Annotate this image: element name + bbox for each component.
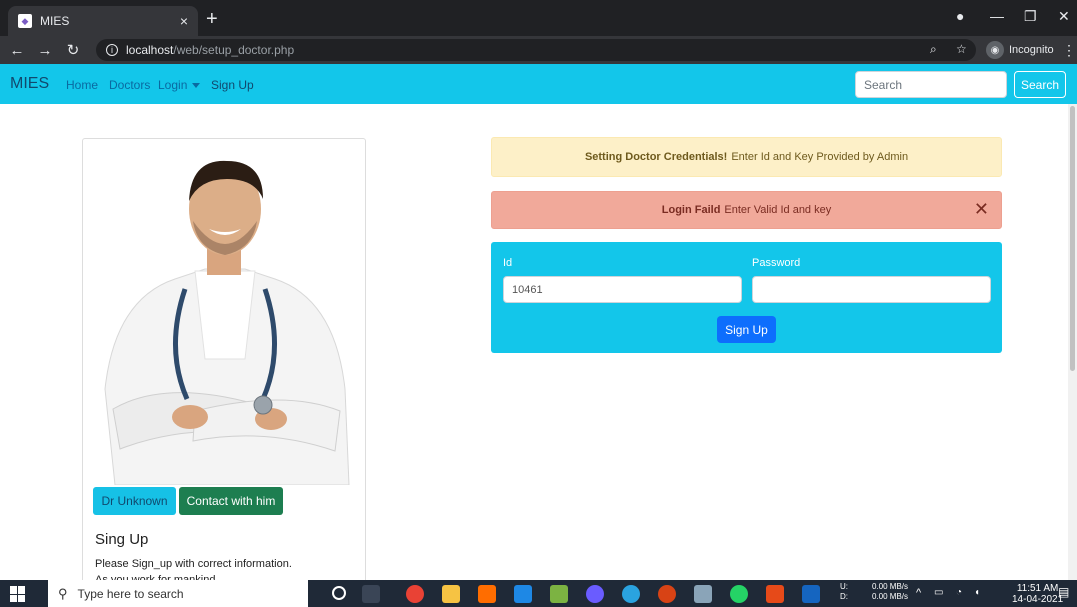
search-icon: ⚲ [58,585,68,601]
id-field[interactable] [503,276,742,303]
net-up-value: 0.00 MB/s [872,582,909,591]
danger-alert-heading: Login Faild [661,204,721,216]
net-up-label: U: [840,582,848,591]
restore-icon[interactable]: ❐ [1024,8,1037,25]
profile-icon[interactable]: ● [956,8,964,24]
word-icon[interactable] [802,585,820,603]
windows-start-icon[interactable] [10,586,26,602]
taskbar-search[interactable]: ⚲ Type here to search [48,580,308,607]
sublime-icon[interactable] [478,585,496,603]
credentials-form: Id Password Sign Up [491,242,1002,353]
id-label: Id [503,257,513,269]
bookmark-star-icon[interactable]: ☆ [956,42,967,56]
nav-login[interactable]: Login [158,78,201,92]
search-input[interactable] [855,71,1007,98]
app-navbar: MIES Home Doctors Login Sign Up Search [0,64,1077,104]
signup-button[interactable]: Sign Up [717,316,776,343]
nav-doctors[interactable]: Doctors [109,78,150,92]
back-icon[interactable]: ← [6,42,28,59]
scrollbar-thumb[interactable] [1070,106,1075,371]
browser-menu-icon[interactable]: ⋮ [1062,42,1076,59]
warning-alert-heading: Setting Doctor Credentials! [584,151,728,163]
danger-alert: Login Faild Enter Valid Id and key ✕ [491,191,1002,229]
battery-icon[interactable]: ▭ [934,588,943,598]
nav-signup[interactable]: Sign Up [211,78,254,92]
address-bar[interactable]: i localhost/web/setup_doctor.php [96,39,976,61]
vscode-icon[interactable] [514,585,532,603]
contact-button[interactable]: Contact with him [179,487,283,515]
password-label: Password [752,257,801,269]
cortana-icon[interactable] [332,586,346,600]
incognito-icon: ◉ [986,41,1004,59]
incognito-indicator[interactable]: ◉ Incognito [986,40,1054,60]
doctor-card: Dr Unknown Contact with him Sing Up Plea… [82,138,366,598]
messenger-icon[interactable] [586,585,604,603]
chrome-canary-icon[interactable] [658,585,676,603]
zoom-icon[interactable]: ⌕ [930,42,937,57]
new-tab-button[interactable]: + [206,9,218,29]
url-host: localhost [126,43,174,57]
browser-tab[interactable]: ◆ MIES × [8,6,198,36]
volume-icon[interactable]: ◖ [974,588,980,598]
telegram-icon[interactable] [622,585,640,603]
clock-date: 14-04-2021 [1012,594,1064,605]
warning-alert: Setting Doctor Credentials! Enter Id and… [491,137,1002,177]
file-explorer-icon[interactable] [442,585,460,603]
search-button[interactable]: Search [1014,71,1066,98]
site-info-icon[interactable]: i [106,44,118,56]
system-clock[interactable]: 11:51 AM 14-04-2021 [1012,583,1063,605]
browser-toolbar: ← → ↻ i localhost/web/setup_doctor.php ⌕… [0,36,1077,64]
chevron-down-icon [192,83,201,89]
close-icon[interactable]: ✕ [974,200,989,218]
notifications-icon[interactable]: ▤ [1058,586,1069,598]
app-icon[interactable] [694,585,712,603]
task-view-icon[interactable] [362,585,380,603]
brand-logo[interactable]: MIES [10,75,49,93]
nav-login-label: Login [158,78,188,92]
card-title: Sing Up [95,531,149,548]
warning-alert-text: Enter Id and Key Provided by Admin [731,151,909,163]
net-down-value: 0.00 MB/s [872,592,909,601]
browser-tabbar: ◆ MIES × + ● — ❐ ✕ [0,0,1077,36]
chevron-up-icon[interactable]: ^ [916,588,921,599]
windows-taskbar: ⚲ Type here to search U: D: 0.00 MB/s 0.… [0,580,1077,607]
net-labels: U: D: [840,582,848,602]
minimize-icon[interactable]: — [990,8,1004,24]
tab-title: MIES [40,14,70,28]
reload-icon[interactable]: ↻ [62,41,84,59]
url-path: /web/setup_doctor.php [173,43,295,57]
wifi-icon[interactable]: ◔ [956,588,962,598]
tab-close-icon[interactable]: × [180,13,188,29]
close-window-icon[interactable]: ✕ [1058,8,1070,25]
doctor-name-button[interactable]: Dr Unknown [93,487,176,515]
net-down-label: D: [840,592,848,601]
whatsapp-icon[interactable] [730,585,748,603]
incognito-label: Incognito [1009,44,1054,56]
nav-home[interactable]: Home [66,78,98,92]
taskbar-search-text: Type here to search [77,586,184,601]
favicon-icon: ◆ [18,14,32,28]
net-speed: 0.00 MB/s 0.00 MB/s [872,582,908,602]
chrome-icon[interactable] [406,585,424,603]
forward-icon[interactable]: → [34,42,56,59]
clock-time: 11:51 AM [1016,583,1059,594]
doctor-image [104,160,350,485]
password-field[interactable] [752,276,991,303]
app-icon[interactable] [550,585,568,603]
danger-alert-text: Enter Valid Id and key [724,204,832,216]
codeblocks-icon[interactable] [766,585,784,603]
card-text-line: Please Sign_up with correct information. [95,558,292,570]
